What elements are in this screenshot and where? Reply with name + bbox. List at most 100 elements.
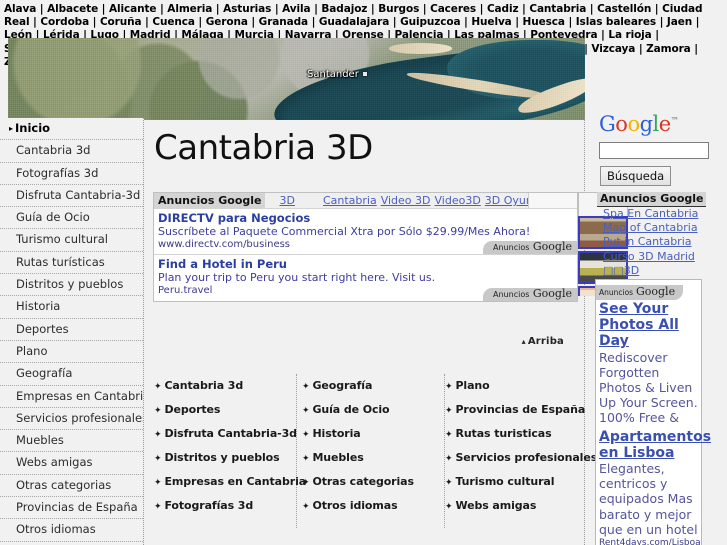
footer-column: ✦ Cantabria 3d ✦ Deportes ✦ Disfruta Cantabri…	[149, 374, 306, 528]
ads-tab-link[interactable]: Cantabria	[323, 193, 377, 208]
footer-link[interactable]: ✦ Distritos y pueblos	[149, 446, 296, 470]
province-link[interactable]: Guadalajara	[319, 16, 389, 28]
right-ad-title[interactable]: See Your Photos All Day	[596, 300, 701, 350]
footer-link[interactable]: ✦ Cantabria 3d	[149, 374, 296, 398]
sidebar-item-label: Disfruta Cantabria-3d	[16, 187, 141, 202]
right-ad-link[interactable]: □□3D	[603, 264, 727, 278]
province-link[interactable]: Zamora	[646, 43, 691, 55]
province-link[interactable]: Asturias	[223, 3, 271, 15]
province-link[interactable]: Caceres	[430, 3, 476, 15]
sidebar-item-label: Cantabria 3d	[16, 143, 91, 158]
province-link[interactable]: Cantabria	[529, 3, 586, 15]
sidebar-item-cantabria-3d[interactable]: Cantabria 3d	[0, 140, 143, 163]
ad-title[interactable]: DIRECTV para Negocios	[158, 211, 573, 225]
province-link[interactable]: Gerona	[206, 16, 248, 28]
province-link[interactable]: Guipuzcoa	[400, 16, 461, 28]
footer-link-label: Provincias de España	[455, 403, 586, 416]
sidebar-item-historia[interactable]: Historia	[0, 296, 143, 319]
right-ad-link[interactable]: Map of Cantabria	[603, 221, 727, 235]
right-ad-link[interactable]: Spa En Cantabria	[603, 207, 727, 221]
province-link[interactable]: Islas baleares	[576, 16, 656, 28]
ads-tab-link[interactable]: Video3D	[435, 193, 481, 208]
province-separator: |	[476, 3, 487, 15]
right-ad-title-2[interactable]: Apartamentos en Lisboa	[596, 426, 711, 461]
province-link[interactable]: Cordoba	[40, 16, 89, 28]
sidebar-item-provincias-de-espa-a[interactable]: Provincias de España	[0, 497, 143, 520]
sidebar-item-geograf-a[interactable]: Geografía	[0, 363, 143, 386]
footer-link-label: Plano	[455, 379, 490, 392]
satellite-map-banner[interactable]: Santander	[8, 38, 585, 120]
province-link[interactable]: Almeria	[167, 3, 212, 15]
province-link[interactable]: Huesca	[523, 16, 565, 28]
footer-link[interactable]: ✦ Guía de Ocio	[297, 398, 444, 422]
province-link[interactable]: Burgos	[378, 3, 419, 15]
map-marker-icon	[362, 72, 367, 76]
right-ad-link[interactable]: Put in Cantabria	[603, 235, 727, 249]
footer-link[interactable]: ✦ Muebles	[297, 446, 444, 470]
province-link[interactable]: Jaen	[667, 16, 692, 28]
back-to-top-label: Arriba	[527, 336, 564, 347]
province-link[interactable]: Badajoz	[321, 3, 367, 15]
right-ad-body-2: Elegantes, centricos y equipados Mas bar…	[599, 461, 698, 537]
right-ad-link[interactable]: Curso 3D Madrid	[603, 250, 727, 264]
sidebar-item-otros-idiomas[interactable]: Otros idiomas	[0, 519, 143, 542]
ads-tab-link[interactable]: Video 3D	[381, 193, 431, 208]
footer-link[interactable]: ✦ Provincias de España	[440, 398, 585, 422]
footer-link[interactable]: ✦ Fotografías 3d	[149, 494, 296, 518]
sidebar-item-distritos-y-pueblos[interactable]: Distritos y pueblos	[0, 274, 143, 297]
sidebar-item-otras-categorias[interactable]: Otras categorias	[0, 475, 143, 498]
sidebar-item-servicios-profesionales[interactable]: Servicios profesionales	[0, 408, 143, 431]
footer-link[interactable]: ✦ Webs amigas	[440, 494, 585, 518]
sidebar-item-label: Inicio	[15, 121, 51, 135]
back-to-top-link[interactable]: ▴ Arriba	[522, 336, 564, 347]
ads-tab-link[interactable]: 3D	[279, 193, 294, 208]
province-link[interactable]: Vizcaya	[591, 43, 635, 55]
bullet-icon: ✦	[154, 382, 162, 392]
footer-link[interactable]: ✦ Rutas turisticas	[440, 422, 585, 446]
sidebar-item-label: Otras categorias	[16, 477, 112, 492]
province-link[interactable]: Cuenca	[152, 16, 195, 28]
sidebar-item-deportes[interactable]: Deportes	[0, 319, 143, 341]
footer-link[interactable]: ✦ Otros idiomas	[297, 494, 444, 518]
sidebar-item-disfruta-cantabria-3d[interactable]: Disfruta Cantabria-3d	[0, 185, 143, 208]
footer-link[interactable]: ✦ Servicios profesionales	[440, 446, 597, 470]
province-link[interactable]: Cadiz	[487, 3, 519, 15]
footer-link[interactable]: ✦ Empresas en Cantabria	[149, 470, 306, 494]
province-link[interactable]: Avila	[282, 3, 310, 15]
sidebar-item-rutas-tur-sticas[interactable]: Rutas turísticas	[0, 252, 143, 275]
page-title: Cantabria 3D	[154, 128, 373, 168]
footer-link-label: Empresas en Cantabria	[164, 475, 307, 488]
sidebar-item-plano[interactable]: Plano	[0, 341, 143, 364]
footer-link-label: Deportes	[164, 403, 221, 416]
province-link[interactable]: Alava	[4, 3, 36, 15]
province-separator: |	[651, 29, 659, 42]
footer-link[interactable]: ✦ Disfruta Cantabria-3d	[149, 422, 297, 446]
province-link[interactable]: La rioja	[608, 29, 651, 41]
footer-link[interactable]: ✦ Historia	[297, 422, 444, 446]
footer-link-label: Guía de Ocio	[312, 403, 390, 416]
sidebar-item-muebles[interactable]: Muebles	[0, 430, 143, 453]
province-link[interactable]: Granada	[259, 16, 308, 28]
search-input[interactable]	[599, 142, 709, 159]
sidebar-item-gu-a-de-ocio[interactable]: Guía de Ocio	[0, 207, 143, 230]
sidebar-item-empresas-en-cantabria[interactable]: Empresas en Cantabria	[0, 386, 143, 408]
ads-tag-brand: Google	[529, 240, 572, 253]
province-link[interactable]: Coruña	[100, 16, 142, 28]
province-link[interactable]: Albacete	[47, 3, 98, 15]
footer-link[interactable]: ✦ Geografía	[297, 374, 444, 398]
province-link[interactable]: Castellón	[597, 3, 651, 15]
sidebar-item-webs-amigas[interactable]: Webs amigas	[0, 452, 143, 475]
footer-link[interactable]: ✦ Otras categorias	[297, 470, 444, 494]
ad-title[interactable]: Find a Hotel in Peru	[158, 257, 573, 271]
search-button[interactable]: Búsqueda	[600, 166, 672, 186]
footer-link[interactable]: ✦ Plano	[440, 374, 585, 398]
sidebar-item-inicio[interactable]: ▸ Inicio	[0, 118, 143, 141]
sidebar-item-turismo-cultural[interactable]: Turismo cultural	[0, 229, 143, 252]
province-link[interactable]: Alicante	[109, 3, 157, 15]
province-link[interactable]: Huelva	[471, 16, 511, 28]
footer-link[interactable]: ✦ Deportes	[149, 398, 296, 422]
sidebar-item-fotograf-as-3d[interactable]: Fotografías 3d	[0, 163, 143, 185]
footer-link[interactable]: ✦ Turismo cultural	[440, 470, 585, 494]
footer-link-label: Historia	[312, 427, 361, 440]
province-separator: |	[310, 3, 322, 15]
